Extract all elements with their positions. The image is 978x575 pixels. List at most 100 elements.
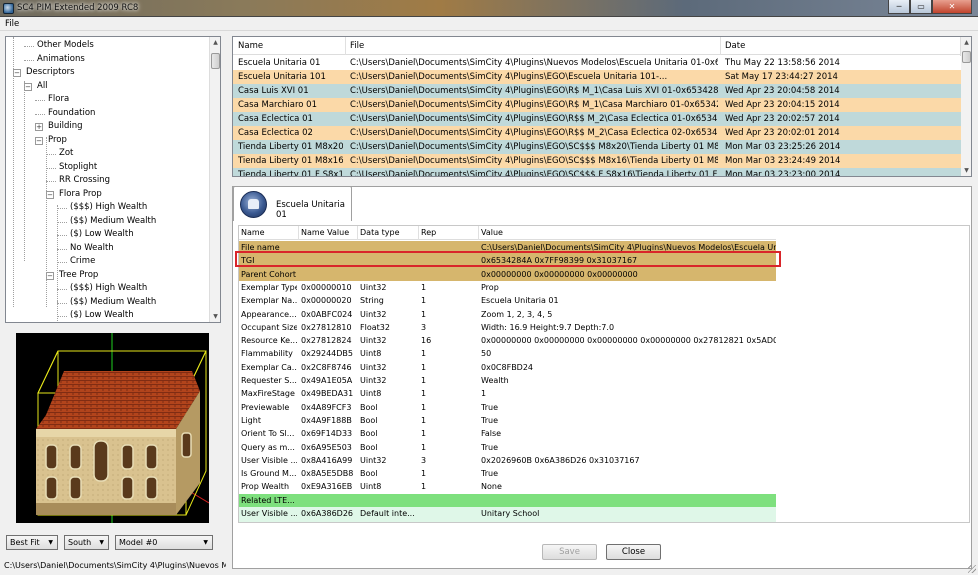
file-cell-name: Casa Eclectica 02	[238, 128, 313, 138]
collapse-icon[interactable]: −	[24, 82, 32, 91]
maximize-button[interactable]: ▭	[910, 0, 932, 14]
property-row[interactable]: Exemplar Na... 0x00000020 String 1 Escuela U…	[239, 294, 776, 308]
close-window-button[interactable]: ✕	[932, 0, 972, 14]
collapse-icon[interactable]: −	[13, 69, 21, 77]
scroll-down-icon[interactable]: ▼	[210, 311, 220, 322]
col-header-name-value[interactable]: Name Value	[301, 228, 349, 237]
property-cell-val: True	[481, 402, 498, 412]
property-row[interactable]: Exemplar Ca... 0x2C8F8746 Uint32 1 0x0C8FBD2…	[239, 360, 776, 374]
tree-item[interactable]: Zot	[59, 147, 73, 160]
tree-item[interactable]: Flora	[48, 93, 69, 106]
tree-item[interactable]: ($$) Medium Wealth	[70, 215, 156, 228]
property-row[interactable]: User Visible ... 0x6A386D26 Default inte..…	[239, 507, 776, 521]
property-row[interactable]: Appearance... 0x0ABFC024 Uint32 1 Zoom 1, 2,…	[239, 307, 776, 321]
property-row[interactable]: Occupant Size 0x27812810 Float32 3 Width: 16…	[239, 320, 776, 335]
file-row[interactable]: Casa Luis XVI 01 C:\Users\Daniel\Document…	[233, 84, 961, 98]
property-row[interactable]: Resource Ke... 0x27812824 Uint32 16 0x000000…	[239, 334, 776, 348]
property-row[interactable]: Is Ground M... 0x8A5E5DB8 Bool 1 True	[239, 467, 776, 481]
col-header-file[interactable]: File	[350, 41, 364, 51]
property-row[interactable]: Light 0x4A9F188B Bool 1 True	[239, 413, 776, 428]
tree-item[interactable]: Building	[48, 120, 82, 133]
descriptor-tree[interactable]: ▲ ▼ Other Models Animations − Descriptors − A…	[5, 36, 221, 323]
file-row[interactable]: Tienda Liberty 01 M8x20 C:\Users\Daniel\D…	[233, 140, 961, 154]
tree-scrollbar[interactable]: ▲ ▼	[209, 37, 220, 322]
model-dropdown[interactable]: Model #0 ▼	[115, 535, 213, 550]
tree-item[interactable]: RR Crossing	[59, 174, 110, 187]
tree-scroll-thumb[interactable]	[211, 53, 220, 69]
property-row[interactable]: User Visible ... 0x6A386D2C Spanish Escuela…	[239, 520, 776, 522]
col-header-value[interactable]: Value	[481, 228, 503, 237]
property-row[interactable]: Query as m... 0x6A95E503 Bool 1 True	[239, 440, 776, 454]
col-header-name[interactable]: Name	[241, 228, 265, 237]
tree-item[interactable]: Foundation	[48, 107, 95, 120]
property-cell-name: Exemplar Na...	[241, 296, 297, 306]
file-row[interactable]: Casa Eclectica 01 C:\Users\Daniel\Documen…	[233, 112, 961, 126]
resize-grip[interactable]	[968, 565, 976, 573]
property-row[interactable]: Previewable 0x4A89FCF3 Bool 1 True	[239, 400, 776, 414]
file-row[interactable]: Tienda Liberty 01 F S8x16 C:\Users\Daniel…	[233, 168, 961, 177]
tree-item[interactable]: ($$) Medium Wealth	[70, 296, 156, 309]
property-row[interactable]: Related LTE...	[239, 493, 776, 507]
file-cell-name: Casa Eclectica 01	[238, 114, 313, 124]
tree-item[interactable]: Tree Prop	[59, 269, 98, 282]
property-row[interactable]: Parent Cohort 0x00000000 0x00000000 0x000…	[239, 267, 776, 281]
file-cell-date: Wed Apr 23 20:02:01 2014	[725, 128, 840, 138]
property-cell-rep: 1	[421, 482, 427, 492]
save-button[interactable]: Save	[542, 544, 597, 560]
tree-item[interactable]: Stoplight	[59, 161, 97, 174]
tree-item[interactable]: Animations	[37, 53, 85, 66]
tree-item[interactable]: Prop	[48, 134, 67, 147]
close-button[interactable]: Close	[606, 544, 661, 560]
tree-item[interactable]: ($) Low Wealth	[70, 228, 134, 241]
property-row[interactable]: Prop Wealth 0xE9A316EB Uint8 1 None	[239, 480, 776, 494]
file-cell-date: Mon Mar 03 23:23:00 2014	[725, 170, 841, 177]
tree-item[interactable]: Crime	[70, 255, 95, 268]
collapse-icon[interactable]: −	[35, 136, 43, 145]
direction-dropdown[interactable]: South ▼	[64, 535, 109, 550]
file-row[interactable]: Casa Eclectica 02 C:\Users\Daniel\Documen…	[233, 126, 961, 140]
properties-table[interactable]: Name Name Value Data type Rep Value File…	[238, 225, 970, 523]
tree-item[interactable]: All	[37, 80, 48, 93]
tree-item[interactable]: Other Models	[37, 39, 94, 52]
property-cell-val: None	[481, 482, 502, 492]
tree-connector	[57, 235, 67, 236]
property-row[interactable]: Flammability 0x29244DB5 Uint8 1 50	[239, 347, 776, 361]
file-row[interactable]: Escuela Unitaria 101 C:\Users\Daniel\Docu…	[233, 70, 961, 84]
col-header-date[interactable]: Date	[725, 41, 745, 51]
col-header-name[interactable]: Name	[238, 41, 263, 51]
collapse-icon[interactable]: −	[46, 190, 54, 199]
menu-file[interactable]: File	[5, 19, 19, 29]
file-list-scrollbar[interactable]: ▲ ▼	[960, 37, 971, 176]
scroll-up-icon[interactable]: ▲	[961, 37, 971, 48]
file-row[interactable]: Escuela Unitaria 01 C:\Users\Daniel\Docum…	[233, 56, 961, 70]
property-row[interactable]: MaxFireStage 0x49BEDA31 Uint8 1 1	[239, 387, 776, 401]
tree-item[interactable]: Flora Prop	[59, 188, 102, 201]
property-row[interactable]: User Visible ... 0x8A416A99 Uint32 3 0x20269…	[239, 453, 776, 468]
property-row[interactable]: Exemplar Type 0x00000010 Uint32 1 Prop	[239, 280, 776, 295]
tree-item[interactable]: ($$$) High Wealth	[70, 201, 147, 214]
col-header-rep[interactable]: Rep	[421, 228, 436, 237]
file-row[interactable]: Casa Marchiaro 01 C:\Users\Daniel\Documen…	[233, 98, 961, 112]
file-list-table[interactable]: Name File Date ▲ ▼ Escuela Unitaria 01 C:…	[232, 36, 972, 177]
chevron-down-icon: ▼	[48, 539, 53, 546]
property-row[interactable]: Orient To Sl... 0x69F14D33 Bool 1 False	[239, 427, 776, 441]
minimize-button[interactable]: ─	[888, 0, 910, 14]
collapse-icon[interactable]: −	[46, 271, 54, 280]
file-cell-name: Tienda Liberty 01 M8x20	[238, 142, 343, 152]
scroll-up-icon[interactable]: ▲	[210, 37, 220, 48]
tree-item[interactable]: Descriptors	[26, 66, 75, 79]
property-cell-rep: 1	[421, 429, 427, 439]
file-row[interactable]: Tienda Liberty 01 M8x16 C:\Users\Daniel\D…	[233, 154, 961, 168]
tree-item[interactable]: No Wealth	[70, 242, 114, 255]
property-row[interactable]: Requester S... 0x49A1E05A Uint32 1 Wealth	[239, 374, 776, 388]
expand-icon[interactable]: +	[35, 123, 43, 131]
scroll-down-icon[interactable]: ▼	[961, 165, 971, 176]
tree-item[interactable]: ($) Low Wealth	[70, 309, 134, 322]
col-header-data-type[interactable]: Data type	[360, 228, 400, 237]
model-3d-preview[interactable]	[16, 333, 209, 523]
file-cell-file: C:\Users\Daniel\Documents\SimCity 4\Plug…	[350, 58, 718, 68]
tab-escuela-unitaria[interactable]: Escuela Unitaria 01	[233, 186, 352, 221]
tree-item[interactable]: ($$$) High Wealth	[70, 282, 147, 295]
file-list-scroll-thumb[interactable]	[962, 51, 971, 63]
fit-dropdown[interactable]: Best Fit ▼	[6, 535, 58, 550]
